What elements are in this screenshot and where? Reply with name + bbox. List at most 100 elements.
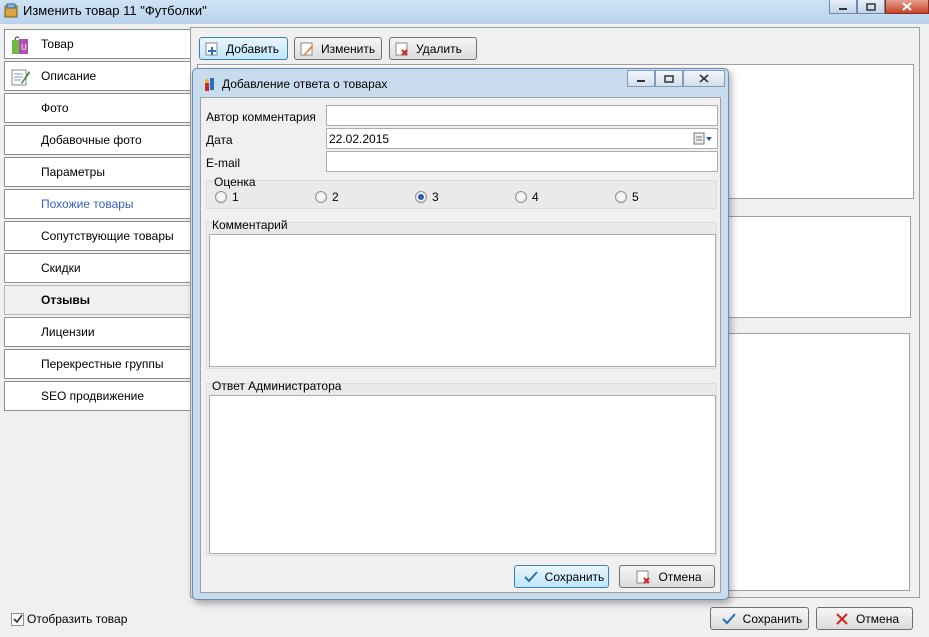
rating-option-label: 5 [632,190,639,204]
cancel-label: Отмена [855,611,900,626]
tools-icon [205,78,214,91]
svg-text:U: U [21,43,27,52]
sidebar-item-label: Отзывы [41,293,91,307]
author-field[interactable] [326,105,718,126]
email-field[interactable] [326,151,718,172]
edit-icon [300,42,313,55]
save-label: Сохранить [742,611,803,626]
show-product-label: Отобразить товар [27,612,128,626]
add-review-button[interactable]: Добавить [199,37,288,60]
dialog-controls [627,70,725,87]
dialog-save-label: Сохранить [544,569,605,584]
sidebar-item-label: Скидки [41,261,81,275]
sidebar-item-parameters[interactable]: Параметры [4,157,191,187]
sidebar-item-label: Товар [41,37,74,51]
checkmark-icon [12,614,23,624]
date-field[interactable]: 22.02.2015 [326,128,718,149]
add-icon [205,42,218,55]
dialog-title: Добавление ответа о товарах [222,77,388,91]
show-product-checkbox[interactable]: Отобразить товар [11,612,127,626]
edit-review-button[interactable]: Изменить [294,37,382,60]
dialog-cancel-label: Отмена [658,569,702,584]
sidebar-item-label: Параметры [41,165,105,179]
admin-reply-label: Ответ Администратора [212,379,342,393]
sidebar-item-label: Описание [41,69,97,83]
rating-option-label: 4 [532,190,539,204]
sidebar-item-cross-groups[interactable]: Перекрестные группы [4,349,191,379]
maximize-button[interactable] [857,0,885,14]
admin-reply-textarea[interactable] [209,395,716,554]
sidebar-item-description[interactable]: Описание [4,61,191,91]
cancel-icon [836,612,848,625]
sidebar: U Товар Описание Фото Добавочные фото Па… [4,29,194,413]
sidebar-item-label: Сопутствующие товары [41,229,174,243]
dialog-close-button[interactable] [683,70,725,87]
rating-group [206,180,717,209]
rating-option-label: 3 [432,190,439,204]
rating-option-label: 1 [232,190,239,204]
sidebar-item-label: Добавочные фото [41,133,142,147]
email-label: E-mail [206,156,241,170]
sidebar-item-reviews[interactable]: Отзывы [4,285,194,315]
edit-review-label: Изменить [321,41,376,56]
rating-option-label: 2 [332,190,339,204]
rating-radio-4[interactable]: 4 [515,190,539,204]
minimize-icon [637,79,645,82]
rating-radio-3[interactable]: 3 [415,190,439,204]
radio-dot [315,191,327,203]
comment-label: Комментарий [212,218,288,232]
date-value: 22.02.2015 [329,132,390,146]
sidebar-item-product[interactable]: U Товар [4,29,191,59]
document-edit-icon [11,69,30,86]
rating-radio-2[interactable]: 2 [315,190,339,204]
sidebar-item-label: Перекрестные группы [41,357,164,371]
sidebar-item-extra-photos[interactable]: Добавочные фото [4,125,191,155]
checkmark-icon [721,612,736,624]
sidebar-item-label: Фото [41,101,69,115]
delete-review-label: Удалить [416,41,462,56]
rating-title: Оценка [214,175,256,189]
app-icon [4,3,18,18]
sidebar-item-photo[interactable]: Фото [4,93,191,123]
shopping-bag-icon: U [12,36,28,54]
dialog-minimize-button[interactable] [627,70,655,87]
radio-dot [415,191,427,203]
add-review-label: Добавить [226,41,280,56]
checkmark-icon [523,570,538,582]
date-label: Дата [206,133,233,147]
sidebar-item-similar-products[interactable]: Похожие товары [4,189,191,219]
rating-radio-5[interactable]: 5 [615,190,639,204]
sidebar-item-licenses[interactable]: Лицензии [4,317,191,347]
add-review-dialog: Добавление ответа о товарах Автор коммен… [192,68,729,600]
window-controls [829,0,929,14]
cancel-icon [636,570,651,584]
sidebar-item-related-products[interactable]: Сопутствующие товары [4,221,191,251]
close-window-button[interactable] [885,0,929,14]
radio-dot [215,191,227,203]
save-button[interactable]: Сохранить [710,607,809,630]
cancel-button[interactable]: Отмена [816,607,913,630]
sidebar-item-seo[interactable]: SEO продвижение [4,381,191,411]
window-title: Изменить товар 11 "Футболки" [23,3,207,18]
maximize-icon [664,74,674,83]
minimize-button[interactable] [829,0,857,14]
checkbox-box [11,612,24,626]
dialog-save-button[interactable]: Сохранить [514,565,609,588]
delete-icon [395,42,408,56]
close-icon [699,74,709,83]
dialog-cancel-button[interactable]: Отмена [619,565,715,588]
minimize-icon [839,7,847,10]
sidebar-item-label: Лицензии [41,325,95,339]
sidebar-item-label: Похожие товары [41,197,134,211]
author-label: Автор комментария [206,110,316,124]
radio-dot [615,191,627,203]
dialog-body: Автор комментария Дата 22.02.2015 E-mail… [200,97,721,593]
window-titlebar: Изменить товар 11 "Футболки" [0,0,929,24]
radio-dot [515,191,527,203]
comment-textarea[interactable] [209,234,716,367]
rating-radio-1[interactable]: 1 [215,190,239,204]
delete-review-button[interactable]: Удалить [389,37,477,60]
calendar-dropdown-icon[interactable] [693,132,713,145]
dialog-maximize-button[interactable] [655,70,683,87]
sidebar-item-discounts[interactable]: Скидки [4,253,191,283]
